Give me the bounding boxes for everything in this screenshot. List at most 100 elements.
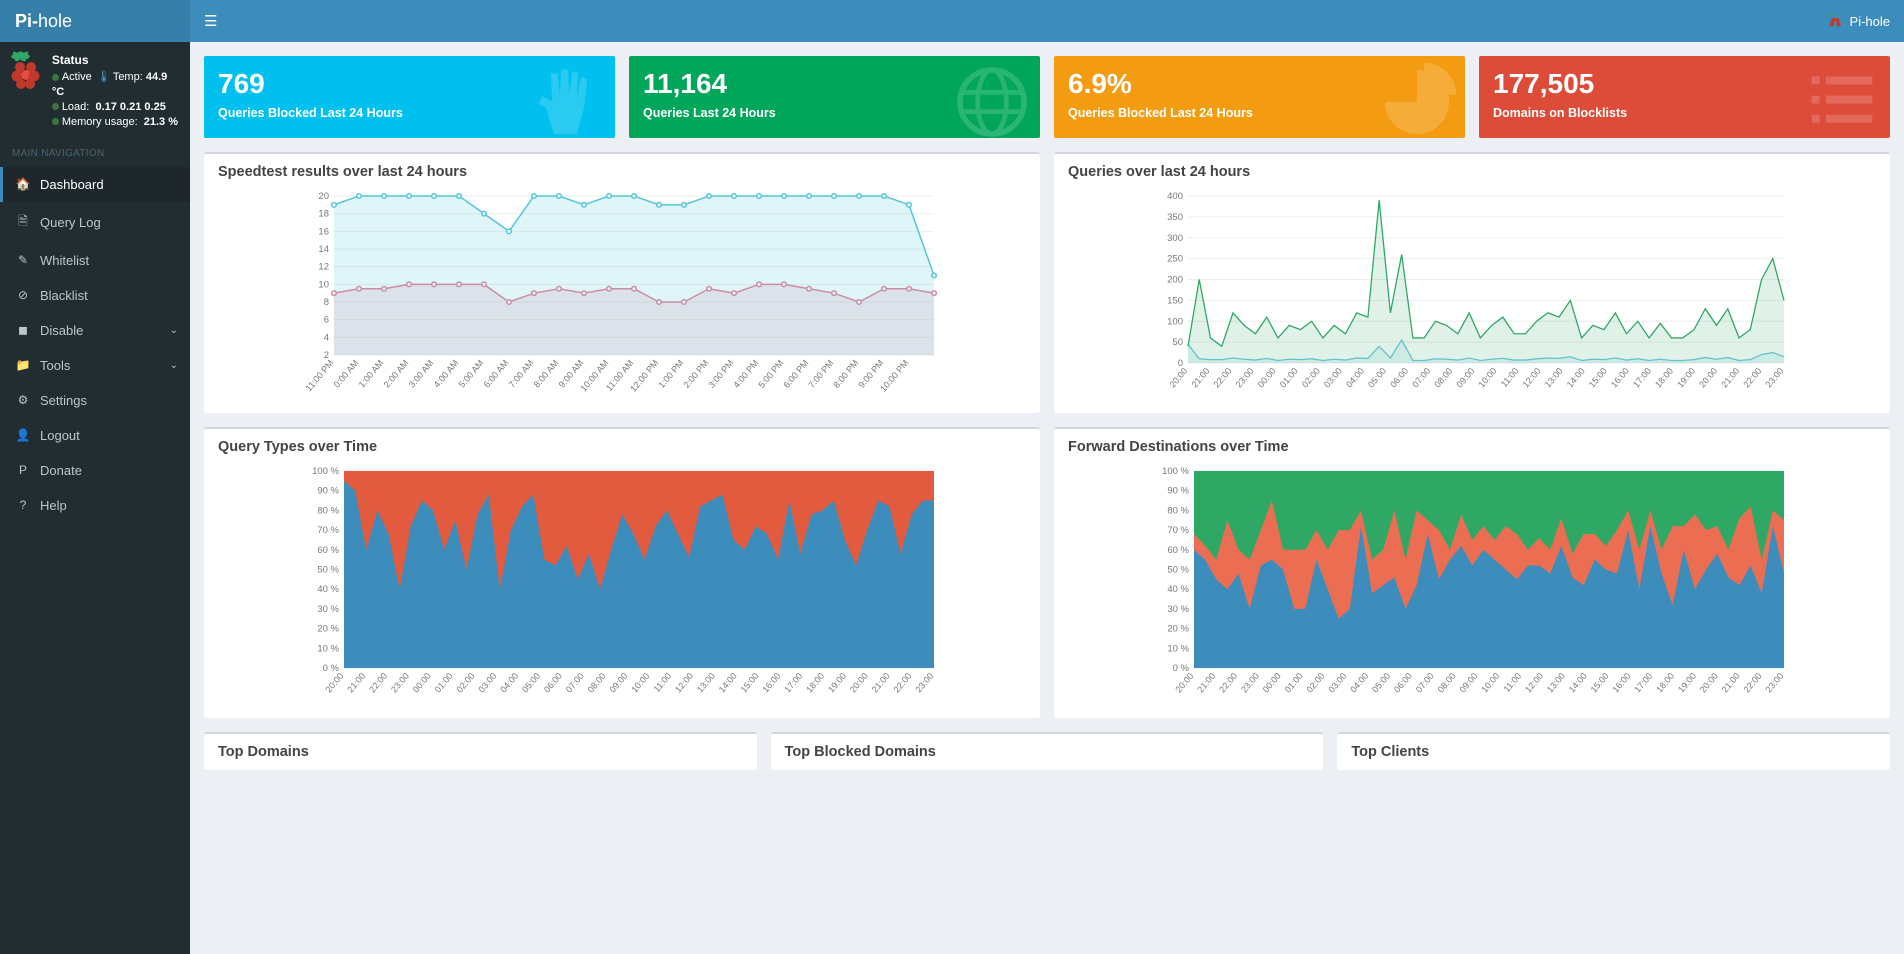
nav-whitelist[interactable]: ✎Whitelist	[0, 243, 190, 278]
stat-blocked[interactable]: 769 Queries Blocked Last 24 Hours	[204, 56, 615, 138]
svg-text:23:00: 23:00	[1234, 366, 1256, 390]
stat-domains[interactable]: 177,505 Domains on Blocklists	[1479, 56, 1890, 138]
svg-text:70 %: 70 %	[317, 525, 339, 536]
nav-tools[interactable]: 📁Tools⌄	[0, 348, 190, 383]
svg-text:40 %: 40 %	[1167, 584, 1189, 595]
svg-text:250: 250	[1167, 254, 1183, 265]
svg-text:13:00: 13:00	[1545, 671, 1567, 695]
svg-text:1:00 PM: 1:00 PM	[656, 358, 685, 390]
svg-text:18:00: 18:00	[1653, 366, 1675, 390]
raspberry-icon	[1826, 12, 1844, 30]
topbar: ☰ Pi-hole	[190, 0, 1904, 42]
svg-text:30 %: 30 %	[1167, 604, 1189, 615]
svg-text:8:00 PM: 8:00 PM	[831, 358, 860, 390]
svg-text:90 %: 90 %	[317, 486, 339, 497]
svg-text:100 %: 100 %	[312, 466, 339, 477]
svg-text:5:00 AM: 5:00 AM	[457, 358, 486, 390]
svg-text:04:00: 04:00	[1344, 366, 1366, 390]
svg-text:21:00: 21:00	[345, 671, 367, 695]
svg-text:06:00: 06:00	[1388, 366, 1410, 390]
svg-text:23:00: 23:00	[1239, 671, 1261, 695]
globe-icon	[952, 62, 1032, 138]
svg-text:20:00: 20:00	[848, 671, 870, 695]
svg-text:2:00 AM: 2:00 AM	[382, 358, 411, 390]
svg-text:03:00: 03:00	[476, 671, 498, 695]
chart-fwddest[interactable]: 0 %10 %20 %30 %40 %50 %60 %70 %80 %90 %1…	[1068, 465, 1876, 700]
svg-text:5:00 PM: 5:00 PM	[756, 358, 785, 390]
svg-text:70 %: 70 %	[1167, 525, 1189, 536]
svg-text:60 %: 60 %	[1167, 545, 1189, 556]
nav-help[interactable]: ?Help	[0, 488, 190, 523]
nav-blacklist[interactable]: ⊘Blacklist	[0, 278, 190, 313]
svg-text:02:00: 02:00	[1305, 671, 1327, 695]
svg-text:4: 4	[324, 332, 329, 343]
svg-text:19:00: 19:00	[1675, 366, 1697, 390]
menu-toggle[interactable]: ☰	[204, 12, 217, 30]
svg-text:09:00: 09:00	[1454, 366, 1476, 390]
svg-text:20 %: 20 %	[1167, 624, 1189, 635]
svg-text:02:00: 02:00	[1300, 366, 1322, 390]
svg-text:07:00: 07:00	[564, 671, 586, 695]
svg-text:05:00: 05:00	[1370, 671, 1392, 695]
svg-text:11:00 PM: 11:00 PM	[304, 358, 336, 393]
svg-text:23:00: 23:00	[1763, 366, 1785, 390]
nav-header: MAIN NAVIGATION	[0, 140, 190, 167]
chart-speedtest[interactable]: 246810121416182011:00 PM0:00 AM1:00 AM2:…	[218, 190, 1026, 395]
svg-text:08:00: 08:00	[1436, 671, 1458, 695]
nav-disable[interactable]: ◼Disable⌄	[0, 313, 190, 348]
svg-text:23:00: 23:00	[913, 671, 935, 695]
svg-text:400: 400	[1167, 191, 1183, 202]
svg-text:02:00: 02:00	[454, 671, 476, 695]
svg-text:19:00: 19:00	[826, 671, 848, 695]
panel-title: Speedtest results over last 24 hours	[204, 154, 1040, 180]
svg-text:50: 50	[1172, 337, 1183, 348]
chart-querytypes[interactable]: 0 %10 %20 %30 %40 %50 %60 %70 %80 %90 %1…	[218, 465, 1026, 700]
nav-settings[interactable]: ⚙Settings	[0, 383, 190, 418]
svg-text:05:00: 05:00	[1366, 366, 1388, 390]
svg-text:10 %: 10 %	[317, 643, 339, 654]
svg-text:12:00: 12:00	[1521, 366, 1543, 390]
stat-queries[interactable]: 11,164 Queries Last 24 Hours	[629, 56, 1040, 138]
svg-text:21:00: 21:00	[1720, 671, 1742, 695]
svg-text:21:00: 21:00	[1719, 366, 1741, 390]
svg-text:16:00: 16:00	[1610, 671, 1632, 695]
panel-speedtest: Speedtest results over last 24 hours 246…	[204, 152, 1040, 413]
svg-text:50 %: 50 %	[1167, 565, 1189, 576]
topbar-user[interactable]: Pi-hole	[1826, 12, 1890, 30]
edit-icon: ✎	[14, 253, 32, 267]
stop-icon: ◼	[14, 323, 32, 337]
svg-text:20:00: 20:00	[1167, 366, 1189, 390]
svg-text:15:00: 15:00	[739, 671, 761, 695]
file-icon: 🗎	[14, 212, 32, 233]
logo[interactable]: Pi-hole	[0, 0, 190, 42]
chart-queries[interactable]: 05010015020025030035040020:0021:0022:002…	[1068, 190, 1876, 395]
nav-donate[interactable]: PDonate	[0, 453, 190, 488]
svg-text:4:00 PM: 4:00 PM	[731, 358, 760, 390]
svg-text:16: 16	[318, 226, 329, 237]
svg-text:11:00: 11:00	[1499, 366, 1521, 389]
svg-text:23:00: 23:00	[1763, 671, 1785, 695]
svg-text:30 %: 30 %	[317, 604, 339, 615]
nav-querylog[interactable]: 🗎Query Log	[0, 202, 190, 243]
nav-logout[interactable]: 👤Logout	[0, 418, 190, 453]
help-icon: ?	[14, 498, 32, 512]
svg-text:00:00: 00:00	[1256, 366, 1278, 390]
svg-text:16:00: 16:00	[760, 671, 782, 695]
svg-text:13:00: 13:00	[1543, 366, 1565, 390]
svg-text:17:00: 17:00	[1631, 366, 1653, 390]
list-icon	[1802, 62, 1882, 138]
svg-text:22:00: 22:00	[367, 671, 389, 695]
stat-percent[interactable]: 6.9% Queries Blocked Last 24 Hours	[1054, 56, 1465, 138]
svg-text:14: 14	[318, 244, 329, 255]
raspberry-icon	[8, 52, 44, 88]
svg-text:150: 150	[1167, 295, 1183, 306]
svg-text:19:00: 19:00	[1676, 671, 1698, 695]
folder-icon: 📁	[14, 358, 32, 372]
svg-text:22:00: 22:00	[1217, 671, 1239, 695]
svg-text:1:00 AM: 1:00 AM	[357, 358, 386, 390]
svg-text:21:00: 21:00	[1189, 366, 1211, 390]
svg-text:12:00: 12:00	[1523, 671, 1545, 695]
nav-dashboard[interactable]: 🏠Dashboard	[0, 167, 190, 202]
svg-text:21:00: 21:00	[1195, 671, 1217, 695]
svg-text:12: 12	[318, 262, 329, 273]
